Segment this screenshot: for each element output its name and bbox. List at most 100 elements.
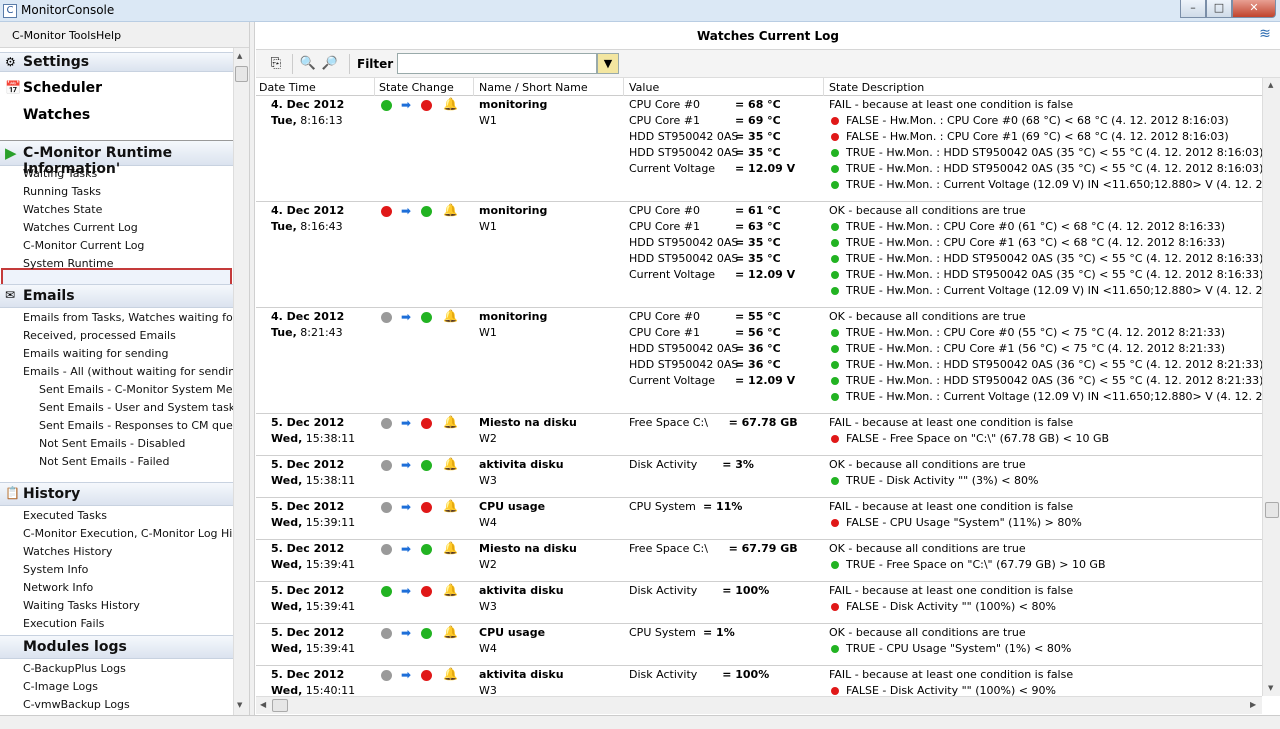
- filter-funnel-icon[interactable]: ▼: [597, 53, 619, 74]
- sidebar-item-emails-waiting[interactable]: Emails from Tasks, Watches waiting for s…: [23, 311, 234, 324]
- state-to-icon: [421, 418, 432, 429]
- sidebar-scroll-thumb[interactable]: [235, 66, 248, 82]
- panel-splitter[interactable]: [249, 22, 255, 715]
- value-reading: = 1%: [703, 626, 735, 639]
- gear-icon: ⚙: [5, 55, 16, 69]
- table-row[interactable]: 4. Dec 2012 Tue, 8:16:43 ➡ 🔔 monitoring W1 CPU…: [256, 202, 1262, 308]
- table-row[interactable]: 5. Dec 2012 Wed, 15:38:11 ➡ 🔔 Miesto na disk…: [256, 414, 1262, 456]
- find-next-icon[interactable]: 🔎: [320, 55, 340, 73]
- condition-text: FALSE - Free Space on "C:\" (67.78 GB) <…: [846, 432, 1110, 445]
- row-short-name: W3: [479, 474, 497, 487]
- sidebar-item-emails-all[interactable]: Emails - All (without waiting for sendin…: [23, 365, 234, 378]
- sidebar-item-sent-system[interactable]: Sent Emails - C-Monitor System Message: [39, 383, 234, 396]
- scroll-down-icon[interactable]: ▼: [237, 701, 242, 709]
- value-reading: = 12.09 V: [735, 162, 796, 175]
- sidebar-item-scheduler[interactable]: Scheduler: [23, 80, 102, 96]
- row-time: Tue, 8:16:43: [271, 220, 343, 233]
- state-from-icon: [381, 460, 392, 471]
- scroll-up-icon[interactable]: ▲: [1268, 81, 1273, 89]
- scroll-right-icon[interactable]: ▶: [1250, 700, 1256, 709]
- state-summary: OK - because all conditions are true: [829, 458, 1026, 471]
- table-row[interactable]: 5. Dec 2012 Wed, 15:39:11 ➡ 🔔 CPU usage W4 CPU…: [256, 498, 1262, 540]
- sidebar: ⚙ Settings 📅 Scheduler Watches ▶ C-Monit…: [0, 48, 234, 715]
- find-icon[interactable]: 🔍: [298, 55, 318, 73]
- table-row[interactable]: 5. Dec 2012 Wed, 15:38:11 ➡ 🔔 aktivita disku…: [256, 456, 1262, 498]
- grid-horizontal-scrollbar[interactable]: ◀ ▶: [256, 696, 1262, 714]
- sidebar-item-waiting-tasks[interactable]: Waiting Tasks: [23, 167, 97, 180]
- sidebar-item-sent-responses[interactable]: Sent Emails - Responses to CM queries: [39, 419, 234, 432]
- menu-help[interactable]: Help: [96, 29, 121, 42]
- section-history[interactable]: 📋 History: [0, 482, 233, 506]
- condition-text: TRUE - Hw.Mon. : HDD ST950042 0AS (35 °C…: [846, 146, 1262, 159]
- table-row[interactable]: 5. Dec 2012 Wed, 15:40:11 ➡ 🔔 aktivita disku…: [256, 666, 1262, 696]
- sidebar-item-execution-fails[interactable]: Execution Fails: [23, 617, 104, 630]
- condition-text: TRUE - Hw.Mon. : Current Voltage (12.09 …: [846, 178, 1262, 191]
- table-row[interactable]: 4. Dec 2012 Tue, 8:21:43 ➡ 🔔 monitoring W1 CPU…: [256, 308, 1262, 414]
- sidebar-item-cmonitor-current-log[interactable]: C-Monitor Current Log: [23, 239, 144, 252]
- value-label: Current Voltage: [629, 162, 716, 175]
- scroll-up-icon[interactable]: ▲: [237, 52, 242, 60]
- sidebar-item-emails-waiting-sending[interactable]: Emails waiting for sending: [23, 347, 168, 360]
- close-button[interactable]: ✕: [1232, 0, 1276, 18]
- sidebar-item-backupplus-logs[interactable]: C-BackupPlus Logs: [23, 662, 126, 675]
- scroll-down-icon[interactable]: ▼: [1268, 684, 1273, 692]
- bell-icon: 🔔: [443, 457, 458, 471]
- filter-input[interactable]: [397, 53, 597, 74]
- table-row[interactable]: 4. Dec 2012 Tue, 8:16:13 ➡ 🔔 monitoring W1 CPU…: [256, 96, 1262, 202]
- sidebar-item-image-logs[interactable]: C-Image Logs: [23, 680, 98, 693]
- sidebar-item-sent-user[interactable]: Sent Emails - User and System tasks Res: [39, 401, 234, 414]
- state-condition: TRUE - Hw.Mon. : HDD ST950042 0AS (35 °C…: [831, 268, 1262, 281]
- section-emails[interactable]: ✉ Emails: [0, 284, 233, 308]
- row-day: Tue,: [271, 220, 297, 233]
- row-day: Wed,: [271, 432, 303, 445]
- sidebar-item-not-sent-disabled[interactable]: Not Sent Emails - Disabled: [39, 437, 185, 450]
- row-day: Wed,: [271, 642, 303, 655]
- sidebar-item-executed-tasks[interactable]: Executed Tasks: [23, 509, 107, 522]
- column-header-value[interactable]: Value: [629, 81, 659, 94]
- column-header-name[interactable]: Name / Short Name: [479, 81, 588, 94]
- copy-icon[interactable]: ⎘: [266, 55, 286, 73]
- sidebar-item-watches-history[interactable]: Watches History: [23, 545, 112, 558]
- sidebar-item-system-runtime[interactable]: System Runtime: [23, 257, 113, 270]
- sidebar-item-running-tasks[interactable]: Running Tasks: [23, 185, 101, 198]
- state-condition: FALSE - Hw.Mon. : CPU Core #0 (68 °C) < …: [831, 114, 1229, 127]
- sidebar-item-watches-current-log[interactable]: Watches Current Log: [23, 221, 138, 234]
- ok-dot-icon: [831, 645, 839, 653]
- value-reading: = 3%: [722, 458, 754, 471]
- table-row[interactable]: 5. Dec 2012 Wed, 15:39:41 ➡ 🔔 CPU usage W4 CPU…: [256, 624, 1262, 666]
- section-settings[interactable]: ⚙ Settings: [0, 52, 233, 72]
- section-modules-logs[interactable]: Modules logs: [0, 635, 233, 659]
- maximize-button[interactable]: □: [1206, 0, 1232, 18]
- sidebar-item-execution-log-history[interactable]: C-Monitor Execution, C-Monitor Log Histo…: [23, 527, 234, 540]
- sidebar-item-waiting-tasks-history[interactable]: Waiting Tasks History: [23, 599, 140, 612]
- table-row[interactable]: 5. Dec 2012 Wed, 15:39:41 ➡ 🔔 Miesto na disk…: [256, 540, 1262, 582]
- grid-vertical-scrollbar[interactable]: ▲ ▼: [1262, 78, 1280, 696]
- sidebar-item-not-sent-failed[interactable]: Not Sent Emails - Failed: [39, 455, 169, 468]
- column-header-state-change[interactable]: State Change: [379, 81, 454, 94]
- minimize-button[interactable]: –: [1180, 0, 1206, 18]
- sidebar-item-system-info[interactable]: System Info: [23, 563, 88, 576]
- column-headers: Date Time State Change Name / Short Name…: [256, 78, 1262, 96]
- section-runtime[interactable]: ▶ C-Monitor Runtime Information': [0, 140, 233, 177]
- value-reading: = 35 °C: [735, 146, 781, 159]
- sidebar-item-vmwbackup-logs[interactable]: C-vmwBackup Logs: [23, 698, 130, 711]
- grid-vscroll-thumb[interactable]: [1265, 502, 1279, 518]
- menu-cmonitor-tools[interactable]: C-Monitor Tools: [12, 29, 96, 42]
- condition-text: TRUE - Hw.Mon. : Current Voltage (12.09 …: [846, 390, 1262, 403]
- row-day: Wed,: [271, 600, 303, 613]
- row-name: aktivita disku: [479, 668, 564, 681]
- sidebar-item-watches-state[interactable]: Watches State: [23, 203, 102, 216]
- sidebar-scrollbar[interactable]: ▲ ▼: [233, 48, 249, 715]
- scroll-left-icon[interactable]: ◀: [260, 700, 266, 709]
- value-label: CPU Core #0: [629, 204, 701, 217]
- sidebar-item-received-emails[interactable]: Received, processed Emails: [23, 329, 176, 342]
- row-time: Wed, 15:39:41: [271, 600, 355, 613]
- sidebar-item-network-info[interactable]: Network Info: [23, 581, 93, 594]
- state-summary: FAIL - because at least one condition is…: [829, 668, 1074, 681]
- grid-hscroll-thumb[interactable]: [272, 699, 288, 712]
- fail-dot-icon: [831, 519, 839, 527]
- column-header-state-description[interactable]: State Description: [829, 81, 924, 94]
- sidebar-item-watches[interactable]: Watches: [23, 107, 90, 123]
- column-header-date-time[interactable]: Date Time: [259, 81, 316, 94]
- table-row[interactable]: 5. Dec 2012 Wed, 15:39:41 ➡ 🔔 aktivita disku…: [256, 582, 1262, 624]
